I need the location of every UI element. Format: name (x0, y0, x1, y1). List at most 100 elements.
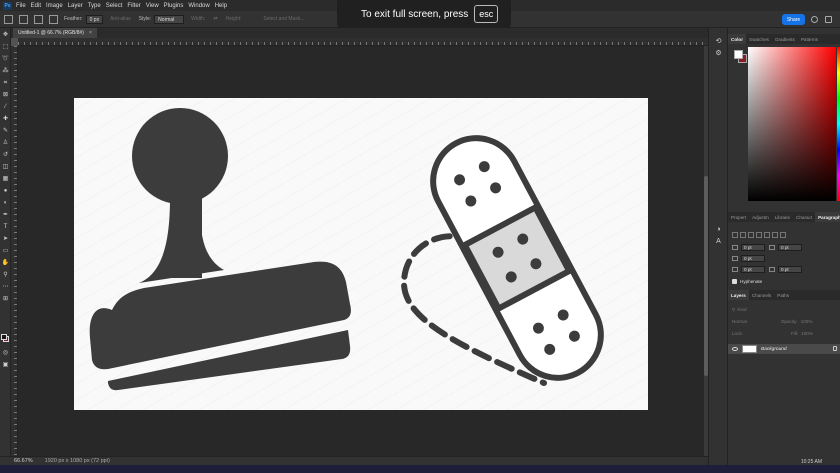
share-button[interactable]: Share (782, 14, 805, 25)
move-tool-icon[interactable]: ✥ (2, 32, 9, 38)
space-after-input[interactable]: 0 pt (778, 266, 802, 273)
character-icon[interactable]: A (715, 238, 722, 245)
eraser-tool-icon[interactable]: ◫ (2, 164, 9, 170)
hyphenate-checkbox[interactable] (732, 279, 737, 284)
brush-tool-icon[interactable]: ✎ (2, 128, 9, 134)
tab-patterns[interactable]: Patterns (798, 34, 821, 44)
menu-help[interactable]: Help (215, 3, 227, 9)
selection-mode-icon[interactable] (34, 14, 43, 24)
justify-all-icon[interactable] (780, 231, 786, 238)
justify-center-icon[interactable] (764, 231, 770, 238)
history-brush-tool-icon[interactable]: ↺ (2, 152, 9, 158)
healing-brush-tool-icon[interactable]: ✚ (2, 116, 9, 122)
tab-properties[interactable]: Propert (728, 212, 749, 222)
space-before-input[interactable]: 0 pt (741, 266, 765, 273)
color-picker-field[interactable] (748, 47, 836, 201)
layer-row-background[interactable]: Background (728, 344, 840, 354)
select-and-mask-button[interactable]: Select and Mask... (263, 16, 304, 22)
close-tab-icon[interactable]: × (89, 30, 92, 36)
menu-window[interactable]: Window (188, 3, 209, 9)
layer-kind-filter[interactable]: Kind (737, 307, 746, 312)
blend-mode-select[interactable]: Normal (732, 319, 747, 324)
menu-filter[interactable]: Filter (127, 3, 140, 9)
document-info[interactable]: 1920 px x 1080 px (72 ppi) (45, 458, 110, 464)
menu-plugins[interactable]: Plugins (164, 3, 184, 9)
home-icon[interactable] (4, 14, 13, 24)
indent-right-input[interactable]: 0 pt (778, 244, 802, 251)
history-icon[interactable]: ⟲ (715, 38, 722, 45)
crop-tool-icon[interactable]: ⌗ (2, 80, 9, 86)
layers-panel-tabs: Layers Channels Paths (728, 290, 840, 300)
justify-left-icon[interactable] (756, 231, 762, 238)
tab-layers[interactable]: Layers (728, 290, 749, 300)
anti-alias-checkbox[interactable]: Anti-alias (110, 16, 131, 22)
lasso-tool-icon[interactable]: ➰ (2, 56, 9, 62)
tab-paragraph[interactable]: Paragraph (815, 212, 840, 222)
menu-type[interactable]: Type (88, 3, 101, 9)
hyphenate-label: Hyphenate (740, 279, 763, 284)
spacing-row: 0 pt 0 pt (732, 266, 806, 273)
canvas-workspace[interactable] (18, 46, 704, 456)
opacity-value[interactable]: 100% (801, 319, 813, 324)
space-before-icon (732, 267, 738, 272)
tab-gradients[interactable]: Gradients (772, 34, 798, 44)
hand-tool-icon[interactable]: ✋ (2, 260, 9, 266)
properties-icon[interactable]: ⚙ (715, 50, 722, 57)
rectangle-tool-icon[interactable]: ▭ (2, 248, 9, 254)
type-tool-icon[interactable]: T (2, 224, 9, 230)
foreground-color-swatch[interactable] (1, 334, 7, 340)
dodge-tool-icon[interactable]: ◐ (2, 200, 9, 206)
menu-view[interactable]: View (146, 3, 159, 9)
horizontal-ruler[interactable] (18, 38, 708, 46)
eyedropper-tool-icon[interactable]: ⁄ (2, 104, 9, 110)
tab-channels[interactable]: Channels (749, 290, 774, 300)
photoshop-logo-icon[interactable]: Ps (3, 1, 12, 10)
tab-adjustments[interactable]: Adjustm (749, 212, 772, 222)
more-tools-icon[interactable]: ⋯ (2, 284, 9, 290)
pen-tool-icon[interactable]: ✒ (2, 212, 9, 218)
marquee-tool-icon[interactable]: ⬚ (2, 44, 9, 50)
align-right-icon[interactable] (748, 231, 754, 238)
marquee-tool-icon[interactable] (19, 14, 28, 24)
zoom-tool-icon[interactable]: ⚲ (2, 272, 9, 278)
menu-edit[interactable]: Edit (31, 3, 41, 9)
menu-layer[interactable]: Layer (68, 3, 83, 9)
swap-dimensions-icon[interactable]: ⇄ (213, 16, 217, 22)
visibility-eye-icon[interactable] (732, 347, 738, 351)
quick-mask-icon[interactable]: ◎ (2, 350, 9, 356)
tab-character[interactable]: Charact (793, 212, 815, 222)
indent-first-line-input[interactable]: 0 pt (741, 255, 765, 262)
search-icon[interactable] (811, 16, 818, 23)
align-center-icon[interactable] (740, 231, 746, 238)
style-select[interactable]: Normal (154, 14, 185, 24)
add-selection-icon[interactable] (49, 14, 58, 24)
document-canvas[interactable] (74, 98, 648, 410)
justify-right-icon[interactable] (772, 231, 778, 238)
gradient-tool-icon[interactable]: ▦ (2, 176, 9, 182)
menu-image[interactable]: Image (46, 3, 63, 9)
color-panel-foreground[interactable] (734, 50, 743, 59)
clone-stamp-tool-icon[interactable]: ♙ (2, 140, 9, 146)
align-left-icon[interactable] (732, 231, 738, 238)
document-tab[interactable]: Untitled-1 @ 66.7% (RGB/8#) × (13, 28, 97, 38)
tab-libraries[interactable]: Librarie (772, 212, 793, 222)
vertical-ruler[interactable] (11, 46, 18, 456)
adjustments-icon[interactable]: ◑ (715, 226, 722, 233)
frame-tool-icon[interactable]: ⊠ (2, 92, 9, 98)
zoom-level[interactable]: 66.67% (14, 458, 33, 464)
menu-file[interactable]: File (16, 3, 26, 9)
layer-name[interactable]: Background (761, 347, 787, 352)
workspace-icon[interactable] (825, 16, 832, 23)
feather-input[interactable]: 0 px (85, 14, 104, 24)
path-selection-tool-icon[interactable]: ➤ (2, 236, 9, 242)
tab-color[interactable]: Color (728, 34, 746, 44)
tab-paths[interactable]: Paths (774, 290, 792, 300)
menu-select[interactable]: Select (106, 3, 123, 9)
edit-toolbar-icon[interactable]: ⊞ (2, 296, 9, 302)
magic-wand-tool-icon[interactable]: ⁂ (2, 68, 9, 74)
indent-left-input[interactable]: 0 pt (741, 244, 765, 251)
blur-tool-icon[interactable]: ● (2, 188, 9, 194)
fill-value[interactable]: 100% (801, 331, 813, 336)
screen-mode-icon[interactable]: ▣ (2, 362, 9, 368)
tab-swatches[interactable]: Swatches (746, 34, 772, 44)
